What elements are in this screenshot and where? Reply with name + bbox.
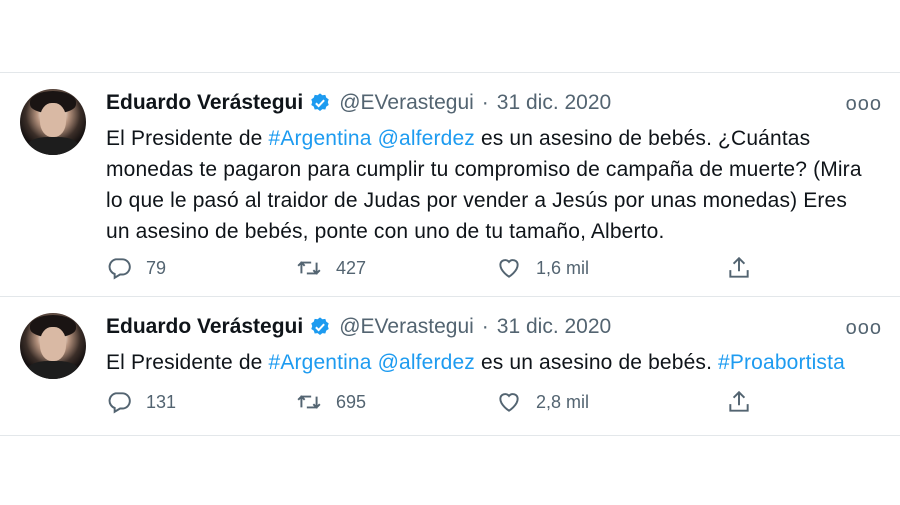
share-button[interactable]: [726, 255, 766, 281]
retweet-count: 695: [336, 391, 367, 412]
hashtag-link[interactable]: #Argentina: [268, 351, 371, 374]
reply-count: 131: [146, 391, 177, 412]
share-button[interactable]: [726, 389, 766, 415]
tweet-feed: Eduardo Verástegui @EVerastegui · 31 dic…: [0, 72, 900, 436]
tweet-header: Eduardo Verástegui @EVerastegui · 31 dic…: [106, 315, 611, 339]
tweet-actions: 79 427 1,6 mil: [106, 255, 766, 285]
like-count: 1,6 mil: [536, 257, 590, 278]
tweet-date[interactable]: 31 dic. 2020: [497, 91, 611, 115]
retweet-button[interactable]: 427: [296, 255, 366, 281]
hashtag-link[interactable]: #Argentina: [268, 127, 371, 150]
avatar[interactable]: [20, 313, 86, 379]
like-button[interactable]: 1,6 mil: [496, 255, 589, 281]
tweet-actions: 131 695 2,8 mil: [106, 389, 766, 419]
author-handle[interactable]: @EVerastegui: [339, 91, 474, 115]
tweet-text: El Presidente de #Argentina @alferdez es…: [106, 127, 862, 243]
reply-button[interactable]: 79: [106, 255, 166, 281]
verified-badge-icon: [311, 93, 329, 111]
retweet-count: 427: [336, 257, 367, 278]
share-icon: [729, 390, 749, 412]
avatar[interactable]: [20, 89, 86, 155]
heart-icon: [499, 259, 519, 278]
tweet[interactable]: Eduardo Verástegui @EVerastegui · 31 dic…: [0, 296, 900, 436]
like-count: 2,8 mil: [536, 391, 590, 412]
separator: ·: [481, 91, 489, 114]
verified-badge-icon: [311, 317, 329, 335]
author-name[interactable]: Eduardo Verástegui: [106, 91, 303, 115]
author-handle[interactable]: @EVerastegui: [339, 315, 474, 339]
separator: ·: [481, 315, 489, 338]
reply-button[interactable]: 131: [106, 389, 176, 415]
like-button[interactable]: 2,8 mil: [496, 389, 589, 415]
share-icon: [729, 256, 749, 278]
hashtag-link[interactable]: #Proabortista: [718, 351, 845, 374]
mention-link[interactable]: @alferdez: [378, 351, 475, 374]
reply-icon: [108, 258, 131, 280]
tweet[interactable]: Eduardo Verástegui @EVerastegui · 31 dic…: [0, 72, 900, 296]
more-options-icon[interactable]: ooo: [846, 317, 882, 340]
reply-count: 79: [146, 257, 167, 278]
retweet-icon: [297, 395, 321, 409]
author-name[interactable]: Eduardo Verástegui: [106, 315, 303, 339]
more-options-icon[interactable]: ooo: [846, 93, 882, 116]
retweet-icon: [297, 261, 321, 275]
reply-icon: [108, 392, 131, 414]
mention-link[interactable]: @alferdez: [378, 127, 475, 150]
tweet-date[interactable]: 31 dic. 2020: [497, 315, 611, 339]
retweet-button[interactable]: 695: [296, 389, 366, 415]
heart-icon: [499, 393, 519, 412]
tweet-text: El Presidente de #Argentina @alferdez es…: [106, 351, 845, 374]
tweet-header: Eduardo Verástegui @EVerastegui · 31 dic…: [106, 91, 611, 115]
